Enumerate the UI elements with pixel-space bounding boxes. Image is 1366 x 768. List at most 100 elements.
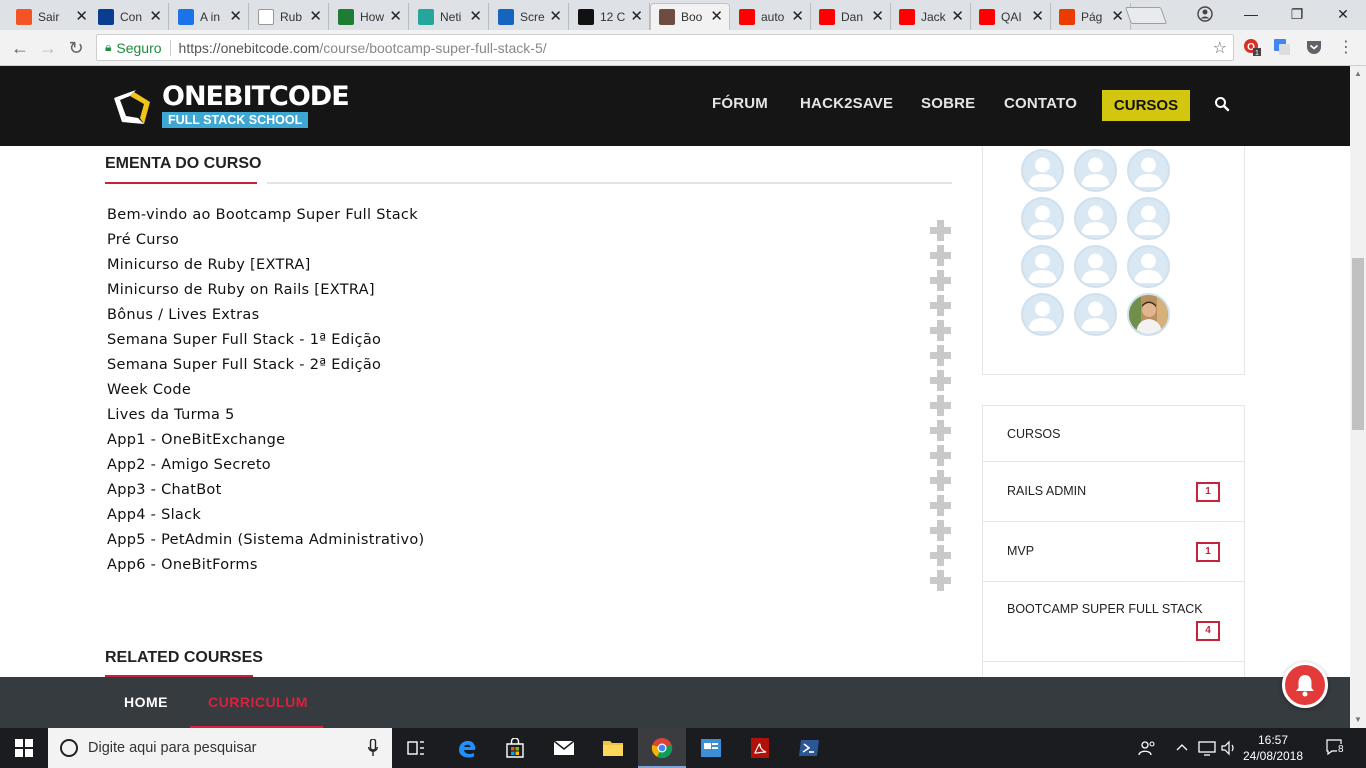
member-avatar[interactable] <box>1127 149 1170 192</box>
tab-close-icon[interactable]: ✕ <box>75 8 88 25</box>
expand-plus-icon[interactable] <box>930 395 951 416</box>
notification-bell-button[interactable] <box>1282 662 1328 708</box>
lesson-item[interactable]: Minicurso de Ruby on Rails [EXTRA] <box>107 282 375 298</box>
category-item-mvp[interactable]: MVP 1 <box>983 522 1244 582</box>
nav-sobre[interactable]: SOBRE <box>921 95 975 112</box>
powershell-icon[interactable] <box>785 728 833 768</box>
tab-curriculum[interactable]: CURRICULUM <box>208 694 308 710</box>
tab-close-icon[interactable]: ✕ <box>710 9 723 25</box>
scroll-down-arrow-icon[interactable]: ▼ <box>1350 712 1366 728</box>
browser-tab[interactable]: Boo ✕ <box>650 3 730 30</box>
member-avatar[interactable] <box>1021 245 1064 288</box>
maximize-window-button[interactable]: ❐ <box>1274 0 1320 28</box>
tab-close-icon[interactable]: ✕ <box>630 8 643 25</box>
browser-tab[interactable]: Dan ✕ <box>811 3 891 30</box>
browser-tab[interactable]: A in ✕ <box>170 3 249 30</box>
browser-tab[interactable]: 12 C ✕ <box>570 3 650 30</box>
profile-icon[interactable] <box>1182 0 1228 28</box>
nav-cursos-button[interactable]: CURSOS <box>1102 90 1190 121</box>
browser-tab[interactable]: Jack ✕ <box>891 3 971 30</box>
browser-tab[interactable]: Con ✕ <box>90 3 169 30</box>
member-avatar[interactable] <box>1127 197 1170 240</box>
microphone-icon[interactable] <box>368 739 378 757</box>
lesson-item[interactable]: Week Code <box>107 382 191 398</box>
lesson-item[interactable]: App6 - OneBitForms <box>107 557 258 573</box>
member-avatar[interactable] <box>1074 245 1117 288</box>
nav-contato[interactable]: CONTATO <box>1004 95 1077 112</box>
browser-tab[interactable]: How ✕ <box>330 3 409 30</box>
browser-tab[interactable]: Neti ✕ <box>410 3 489 30</box>
tray-chevron-up-icon[interactable] <box>1176 740 1188 759</box>
reload-icon[interactable]: ↻ <box>64 36 88 60</box>
member-avatar[interactable] <box>1127 245 1170 288</box>
tab-close-icon[interactable]: ✕ <box>229 8 242 25</box>
task-view-icon[interactable] <box>392 728 440 768</box>
menu-dots-icon[interactable]: ⋮ <box>1336 38 1356 58</box>
chrome-browser-icon[interactable] <box>638 728 686 768</box>
tab-close-icon[interactable]: ✕ <box>791 8 804 25</box>
store-icon[interactable] <box>491 728 539 768</box>
tab-close-icon[interactable]: ✕ <box>309 8 322 25</box>
scroll-up-arrow-icon[interactable]: ▲ <box>1350 66 1366 82</box>
browser-tab[interactable]: QAI ✕ <box>971 3 1051 30</box>
page-scrollbar[interactable]: ▲ ▼ <box>1350 66 1366 728</box>
category-item-rails-admin[interactable]: RAILS ADMIN 1 <box>983 462 1244 522</box>
member-avatar[interactable] <box>1074 293 1117 336</box>
expand-plus-icon[interactable] <box>930 495 951 516</box>
tab-close-icon[interactable]: ✕ <box>871 8 884 25</box>
lesson-item[interactable]: App5 - PetAdmin (Sistema Administrativo) <box>107 532 424 548</box>
extension-shield-icon[interactable]: O1 <box>1242 38 1262 58</box>
taskbar-search-box[interactable]: Digite aqui para pesquisar <box>48 728 392 768</box>
onebitcode-logo[interactable]: ONEBITCODE FULL STACK SCHOOL <box>110 82 350 132</box>
expand-plus-icon[interactable] <box>930 545 951 566</box>
lesson-item[interactable]: Semana Super Full Stack - 1ª Edição <box>107 332 381 348</box>
lesson-item[interactable]: Minicurso de Ruby [EXTRA] <box>107 257 311 273</box>
tab-close-icon[interactable]: ✕ <box>1031 8 1044 25</box>
translate-icon[interactable] <box>1272 38 1292 58</box>
browser-tab[interactable]: Sair ✕ <box>8 3 95 30</box>
browser-tab[interactable]: Scre ✕ <box>490 3 569 30</box>
expand-plus-icon[interactable] <box>930 420 951 441</box>
expand-plus-icon[interactable] <box>930 295 951 316</box>
tab-close-icon[interactable]: ✕ <box>1111 8 1124 25</box>
lesson-item[interactable]: Semana Super Full Stack - 2ª Edição <box>107 357 381 373</box>
member-avatar[interactable] <box>1074 149 1117 192</box>
edge-browser-icon[interactable] <box>443 728 491 768</box>
expand-plus-icon[interactable] <box>930 445 951 466</box>
tab-home[interactable]: HOME <box>124 694 168 710</box>
tab-close-icon[interactable]: ✕ <box>149 8 162 25</box>
forward-arrow-icon[interactable]: → <box>36 36 60 60</box>
mail-icon[interactable] <box>540 728 588 768</box>
member-avatar[interactable] <box>1021 149 1064 192</box>
tab-close-icon[interactable]: ✕ <box>549 8 562 25</box>
minimize-window-button[interactable]: — <box>1228 0 1274 28</box>
expand-plus-icon[interactable] <box>930 345 951 366</box>
lesson-item[interactable]: Bem-vindo ao Bootcamp Super Full Stack <box>107 207 418 223</box>
nav-forum[interactable]: FÓRUM <box>712 95 768 112</box>
address-bar[interactable]: 🔒︎ Seguro https://onebitcode.com/course/… <box>96 34 1234 61</box>
expand-plus-icon[interactable] <box>930 370 951 391</box>
lesson-item[interactable]: Lives da Turma 5 <box>107 407 235 423</box>
nav-hack2save[interactable]: HACK2SAVE <box>800 95 893 112</box>
member-avatar[interactable] <box>1021 197 1064 240</box>
member-avatar[interactable] <box>1074 197 1117 240</box>
people-icon[interactable] <box>1138 740 1156 759</box>
back-arrow-icon[interactable]: ← <box>8 36 32 60</box>
browser-tab[interactable]: Rub ✕ <box>250 3 329 30</box>
pocket-icon[interactable] <box>1304 38 1324 58</box>
windows-start-button[interactable] <box>0 728 48 768</box>
category-item-bootcamp[interactable]: BOOTCAMP SUPER FULL STACK 4 <box>983 582 1244 662</box>
lesson-item[interactable]: App1 - OneBitExchange <box>107 432 285 448</box>
taskbar-clock[interactable]: 16:57 24/08/2018 <box>1240 732 1306 764</box>
volume-icon[interactable] <box>1220 740 1238 759</box>
tab-close-icon[interactable]: ✕ <box>951 8 964 25</box>
network-icon[interactable] <box>1198 740 1216 759</box>
expand-plus-icon[interactable] <box>930 270 951 291</box>
lesson-item[interactable]: App3 - ChatBot <box>107 482 222 498</box>
search-icon[interactable] <box>1214 96 1230 112</box>
lesson-item[interactable]: App2 - Amigo Secreto <box>107 457 271 473</box>
expand-plus-icon[interactable] <box>930 520 951 541</box>
tab-close-icon[interactable]: ✕ <box>469 8 482 25</box>
action-center-button[interactable]: 8 <box>1326 738 1348 758</box>
expand-plus-icon[interactable] <box>930 570 951 591</box>
